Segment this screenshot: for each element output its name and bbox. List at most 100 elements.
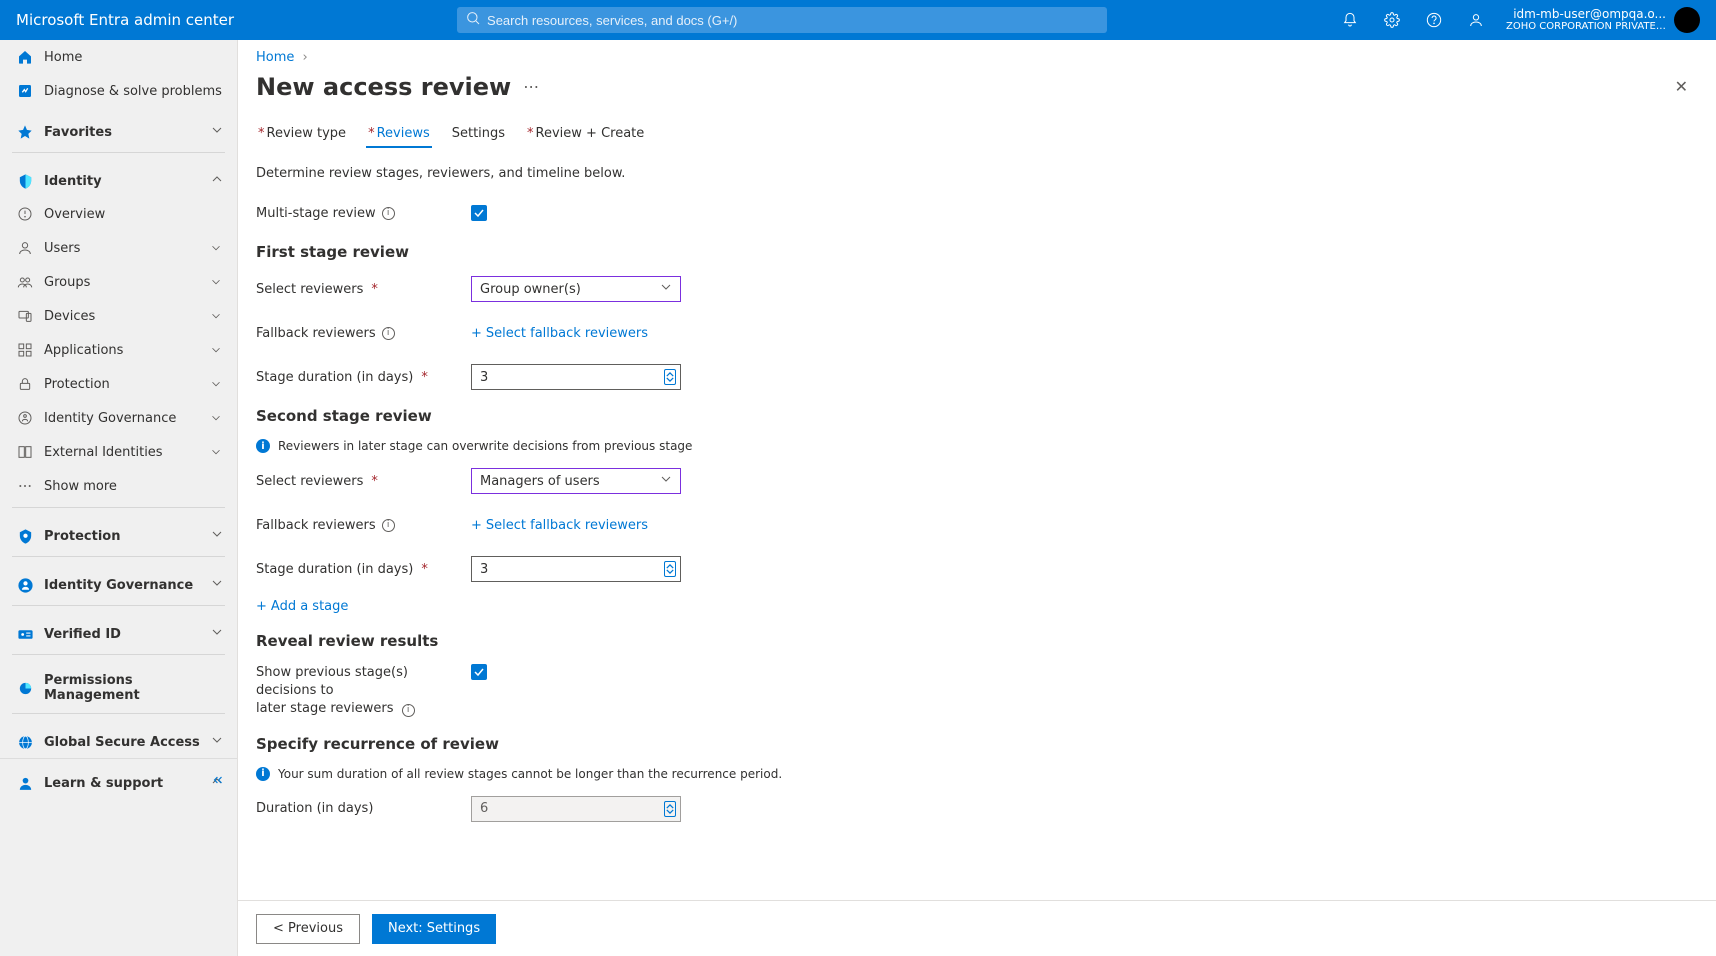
sidebar-section-identity[interactable]: Identity	[0, 157, 237, 197]
page-title: New access review	[256, 73, 511, 101]
sidebar-item-applications[interactable]: Applications	[0, 333, 237, 367]
user-account-button[interactable]: idm-mb-user@ompqa.o... ZOHO CORPORATION …	[1498, 0, 1708, 40]
info-icon[interactable]: i	[402, 704, 415, 717]
lock-icon	[14, 376, 36, 392]
sidebar-section-global-secure-access[interactable]: Global Secure Access	[0, 718, 237, 758]
stage2-duration-input[interactable]: 3	[471, 556, 681, 582]
divider	[12, 605, 225, 606]
tab-reviews[interactable]: *Reviews	[366, 120, 432, 147]
stepper-icon[interactable]	[664, 561, 676, 577]
chevron-down-icon	[209, 410, 223, 426]
info-icon: i	[256, 767, 270, 781]
groups-icon	[14, 274, 36, 290]
sidebar-item-users[interactable]: Users	[0, 231, 237, 265]
row-recurrence-duration: Duration (in days) 6	[256, 795, 1698, 823]
input-value: 3	[480, 562, 488, 577]
sidebar-section-protection[interactable]: Protection	[0, 512, 237, 552]
recurrence-duration-input[interactable]: 6	[471, 796, 681, 822]
select-value: Group owner(s)	[480, 282, 581, 297]
section-first-stage: First stage review	[256, 243, 1698, 261]
collapse-sidebar-button[interactable]	[211, 773, 225, 791]
stage1-fallback-link[interactable]: + Select fallback reviewers	[471, 326, 648, 341]
chevron-down-icon	[209, 240, 223, 256]
stage2-reviewers-select[interactable]: Managers of users	[471, 468, 681, 494]
overview-icon	[14, 206, 36, 222]
fallback-reviewers-label: Fallback reviewers	[256, 326, 376, 341]
previous-button[interactable]: < Previous	[256, 914, 360, 944]
input-value: 6	[480, 801, 488, 816]
settings-button[interactable]	[1372, 0, 1412, 40]
sidebar-item-identity-governance-sub[interactable]: Identity Governance	[0, 401, 237, 435]
sidebar: Home Diagnose & solve problems Favorites…	[0, 40, 238, 956]
info-icon[interactable]: i	[382, 519, 395, 532]
divider	[12, 713, 225, 714]
row-multi-stage: Multi-stage review i	[256, 199, 1698, 227]
help-button[interactable]	[1414, 0, 1454, 40]
info-icon[interactable]: i	[382, 207, 395, 220]
stage1-duration-input[interactable]: 3	[471, 364, 681, 390]
tabs: *Review type *Reviews Settings *Review +…	[256, 120, 1698, 148]
sidebar-item-home[interactable]: Home	[0, 40, 237, 74]
row-stage2-reviewers: Select reviewers * Managers of users	[256, 467, 1698, 495]
tab-review-type[interactable]: *Review type	[256, 120, 348, 147]
sidebar-item-label: Home	[44, 50, 223, 65]
stage2-fallback-link[interactable]: + Select fallback reviewers	[471, 518, 648, 533]
sidebar-section-learn-support[interactable]: Learn & support	[0, 759, 237, 799]
info-icon: i	[256, 439, 270, 453]
chevron-down-icon	[209, 444, 223, 460]
notifications-button[interactable]	[1330, 0, 1370, 40]
permissions-icon	[14, 680, 36, 697]
duration-label: Duration (in days)	[256, 801, 373, 816]
search-input[interactable]	[457, 7, 1107, 33]
more-actions-button[interactable]: ⋯	[523, 77, 539, 96]
sidebar-item-devices[interactable]: Devices	[0, 299, 237, 333]
tab-settings[interactable]: Settings	[450, 120, 507, 147]
close-button[interactable]: ✕	[1665, 71, 1698, 102]
banner-text: Your sum duration of all review stages c…	[278, 767, 782, 781]
stage2-info-banner: i Reviewers in later stage can overwrite…	[256, 439, 1698, 453]
applications-icon	[14, 342, 36, 358]
section-recurrence: Specify recurrence of review	[256, 735, 1698, 753]
next-button[interactable]: Next: Settings	[372, 914, 496, 944]
avatar	[1674, 7, 1700, 33]
show-previous-checkbox[interactable]	[471, 664, 487, 680]
add-stage-button[interactable]: + Add a stage	[256, 599, 348, 614]
sidebar-item-groups[interactable]: Groups	[0, 265, 237, 299]
sidebar-item-diagnose[interactable]: Diagnose & solve problems	[0, 74, 237, 108]
sidebar-section-identity-governance[interactable]: Identity Governance	[0, 561, 237, 601]
info-icon[interactable]: i	[382, 327, 395, 340]
duration-label: Stage duration (in days)	[256, 562, 413, 577]
global-secure-access-icon	[14, 734, 36, 751]
intro-text: Determine review stages, reviewers, and …	[256, 166, 1698, 181]
stepper-icon[interactable]	[664, 801, 676, 817]
tab-review-create[interactable]: *Review + Create	[525, 120, 646, 147]
content-scroll[interactable]: *Review type *Reviews Settings *Review +…	[238, 110, 1716, 900]
sidebar-section-permissions-management[interactable]: Permissions Management	[0, 659, 237, 709]
ellipsis-icon	[14, 478, 36, 494]
sidebar-item-external-identities[interactable]: External Identities	[0, 435, 237, 469]
tab-label: Reviews	[377, 126, 430, 141]
sidebar-item-overview[interactable]: Overview	[0, 197, 237, 231]
row-stage1-fallback: Fallback reviewers i + Select fallback r…	[256, 319, 1698, 347]
multi-stage-checkbox[interactable]	[471, 205, 487, 221]
breadcrumb-home[interactable]: Home	[256, 50, 294, 65]
row-stage2-fallback: Fallback reviewers i + Select fallback r…	[256, 511, 1698, 539]
row-stage1-reviewers: Select reviewers * Group owner(s)	[256, 275, 1698, 303]
feedback-button[interactable]	[1456, 0, 1496, 40]
sidebar-item-protection-sub[interactable]: Protection	[0, 367, 237, 401]
select-value: Managers of users	[480, 474, 600, 489]
chevron-down-icon	[209, 526, 223, 546]
sidebar-item-show-more[interactable]: Show more	[0, 469, 237, 503]
sidebar-section-favorites[interactable]: Favorites	[0, 108, 237, 148]
sidebar-section-label: Global Secure Access	[44, 735, 209, 750]
stepper-icon[interactable]	[664, 369, 676, 385]
input-value: 3	[480, 370, 488, 385]
global-search[interactable]	[457, 7, 1107, 33]
breadcrumb: Home ›	[238, 40, 1716, 69]
sidebar-item-label: Diagnose & solve problems	[44, 84, 223, 99]
stage1-reviewers-select[interactable]: Group owner(s)	[471, 276, 681, 302]
section-second-stage: Second stage review	[256, 407, 1698, 425]
tab-label: Review type	[267, 126, 347, 141]
select-reviewers-label: Select reviewers	[256, 282, 363, 297]
sidebar-section-verified-id[interactable]: Verified ID	[0, 610, 237, 650]
